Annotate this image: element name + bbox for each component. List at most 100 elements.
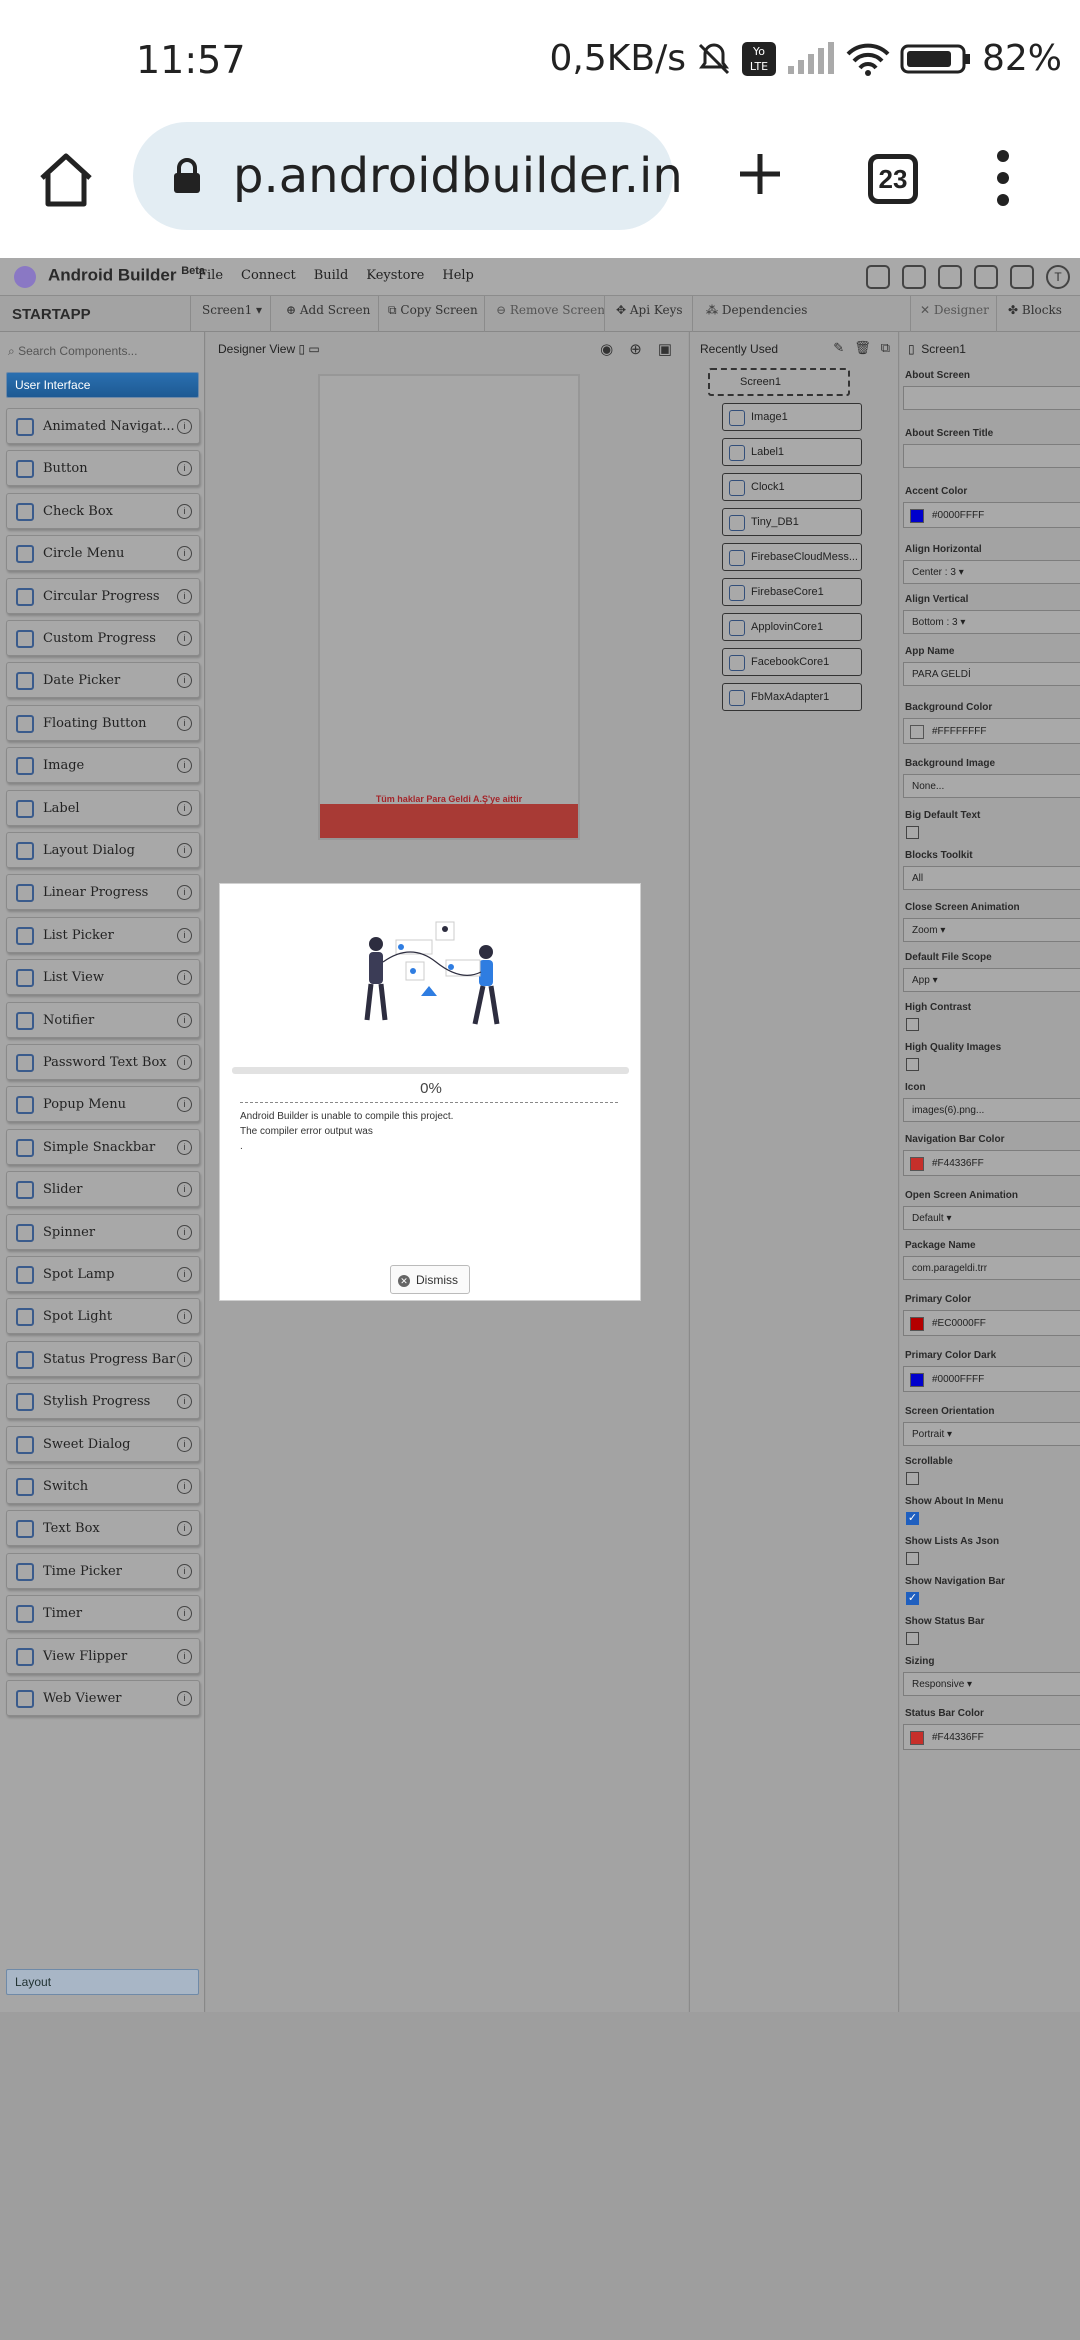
info-icon[interactable]: i (177, 461, 192, 477)
menu-keystore[interactable]: Keystore (366, 268, 424, 283)
info-icon[interactable]: i (177, 1521, 192, 1537)
palette-item[interactable]: Label i (6, 789, 200, 826)
bug-icon[interactable] (974, 265, 998, 289)
palette-item[interactable]: Circle Menu i (6, 535, 200, 572)
info-icon[interactable]: i (177, 1394, 192, 1410)
palette-item[interactable]: Spot Lamp i (6, 1256, 200, 1292)
phone-icon[interactable] (902, 265, 926, 289)
palette-item[interactable]: List View i (6, 959, 200, 996)
home-icon[interactable] (36, 150, 96, 210)
icon-field[interactable]: images(6).png... (903, 1098, 1080, 1122)
tree-node[interactable]: FbMaxAdapter1 (722, 683, 862, 711)
app-name-field[interactable]: PARA GELDİ (903, 662, 1080, 686)
sizing-select[interactable]: Responsive ▾ (903, 1672, 1080, 1696)
palette-item[interactable]: Time Picker i (6, 1552, 200, 1589)
new-tab-icon[interactable] (736, 150, 784, 198)
save-icon[interactable]: ▣ (658, 340, 672, 358)
palette-item[interactable]: Check Box i (6, 492, 200, 529)
info-icon[interactable]: i (177, 1606, 192, 1622)
info-icon[interactable]: i (177, 1139, 192, 1155)
big-default-text-checkbox[interactable] (906, 826, 919, 839)
primary-color-field[interactable]: #EC0000FF (903, 1310, 1080, 1336)
category-user-interface[interactable]: User Interface (6, 372, 199, 398)
zoom-icon[interactable]: ⊕ (629, 340, 642, 358)
align-vertical-select[interactable]: Bottom : 3 ▾ (903, 610, 1080, 634)
info-icon[interactable]: i (177, 631, 192, 646)
dependencies-button[interactable]: ⁂ Dependencies (706, 303, 807, 317)
tree-node[interactable]: FirebaseCloudMess... (722, 543, 862, 571)
category-layout[interactable]: Layout (6, 1969, 199, 1995)
info-icon[interactable]: i (177, 1012, 192, 1028)
palette-item[interactable]: Linear Progress i (6, 874, 200, 911)
palette-item[interactable]: Popup Menu i (6, 1086, 200, 1123)
tree-node[interactable]: Image1 (722, 403, 862, 431)
users-icon[interactable] (1010, 265, 1034, 289)
home-icon[interactable] (866, 265, 890, 289)
palette-item[interactable]: View Flipper i (6, 1637, 200, 1674)
dismiss-button[interactable]: ✕ Dismiss (390, 1265, 470, 1294)
shield-icon[interactable] (938, 265, 962, 289)
tree-node[interactable]: Tiny_DB1 (722, 508, 862, 536)
about-title-field[interactable] (903, 444, 1080, 468)
palette-item[interactable]: Circular Progress i (6, 577, 200, 614)
open-animation-select[interactable]: Default ▾ (903, 1206, 1080, 1230)
background-color-field[interactable]: #FFFFFFFF (903, 718, 1080, 744)
palette-item[interactable]: Layout Dialog i (6, 832, 200, 868)
palette-item[interactable]: List Picker i (6, 916, 200, 953)
orientation-select[interactable]: Portrait ▾ (903, 1422, 1080, 1446)
screen-selector[interactable]: Screen1 ▾ (202, 303, 262, 317)
palette-item[interactable]: Password Text Box i (6, 1044, 200, 1080)
palette-item[interactable]: Simple Snackbar i (6, 1128, 200, 1165)
palette-item[interactable]: Custom Progress i (6, 620, 200, 656)
palette-search[interactable]: ⌕ Search Components... (8, 344, 137, 359)
tree-node[interactable]: Clock1 (722, 473, 862, 501)
menu-connect[interactable]: Connect (241, 268, 296, 283)
palette-item[interactable]: Text Box i (6, 1510, 200, 1547)
show-lists-checkbox[interactable] (906, 1552, 919, 1565)
preview-icon[interactable]: ◉ (600, 340, 613, 358)
info-icon[interactable]: i (177, 1479, 192, 1494)
palette-item[interactable]: Switch i (6, 1468, 200, 1504)
palette-item[interactable]: Sweet Dialog i (6, 1425, 200, 1462)
background-image-field[interactable]: None... (903, 774, 1080, 798)
status-bar-color-field[interactable]: #F44336FF (903, 1724, 1080, 1750)
menu-build[interactable]: Build (314, 268, 349, 283)
menu-file[interactable]: File (198, 268, 223, 283)
info-icon[interactable]: i (177, 843, 192, 858)
palette-item[interactable]: Spinner i (6, 1213, 200, 1250)
info-icon[interactable]: i (177, 800, 192, 816)
menu-help[interactable]: Help (442, 268, 474, 283)
info-icon[interactable]: i (177, 1055, 192, 1070)
info-icon[interactable]: i (177, 673, 192, 689)
navigation-bar-color-field[interactable]: #F44336FF (903, 1150, 1080, 1176)
palette-item[interactable]: Web Viewer i (6, 1680, 200, 1716)
info-icon[interactable]: i (177, 1097, 192, 1113)
info-icon[interactable]: i (177, 1648, 192, 1664)
info-icon[interactable]: i (177, 1436, 192, 1452)
info-icon[interactable]: i (177, 1182, 192, 1198)
address-bar[interactable]: p.androidbuilder.in (133, 122, 683, 230)
about-screen-field[interactable] (903, 386, 1080, 410)
overflow-menu-icon[interactable] (993, 148, 1013, 208)
primary-color-dark-field[interactable]: #0000FFFF (903, 1366, 1080, 1392)
tree-node-screen[interactable]: Screen1 (708, 368, 850, 396)
edit-icon[interactable]: ✎ (833, 340, 844, 356)
avatar[interactable]: T (1046, 265, 1070, 289)
tab-switcher-button[interactable]: 23 (868, 154, 918, 204)
info-icon[interactable]: i (177, 503, 192, 519)
remove-screen-button[interactable]: ⊖ Remove Screen (496, 303, 605, 317)
tree-node[interactable]: FirebaseCore1 (722, 578, 862, 606)
info-icon[interactable]: i (177, 419, 192, 434)
high-contrast-checkbox[interactable] (906, 1018, 919, 1031)
info-icon[interactable]: i (177, 927, 192, 943)
tree-node[interactable]: Label1 (722, 438, 862, 466)
info-icon[interactable]: i (177, 1691, 192, 1706)
palette-item[interactable]: Image i (6, 747, 200, 784)
info-icon[interactable]: i (177, 970, 192, 986)
align-horizontal-select[interactable]: Center : 3 ▾ (903, 560, 1080, 584)
palette-item[interactable]: Button i (6, 450, 200, 487)
copy-screen-button[interactable]: ⧉ Copy Screen (388, 303, 478, 318)
tree-node[interactable]: FacebookCore1 (722, 648, 862, 676)
scrollable-checkbox[interactable] (906, 1472, 919, 1485)
delete-icon[interactable]: 🗑 (854, 340, 871, 356)
